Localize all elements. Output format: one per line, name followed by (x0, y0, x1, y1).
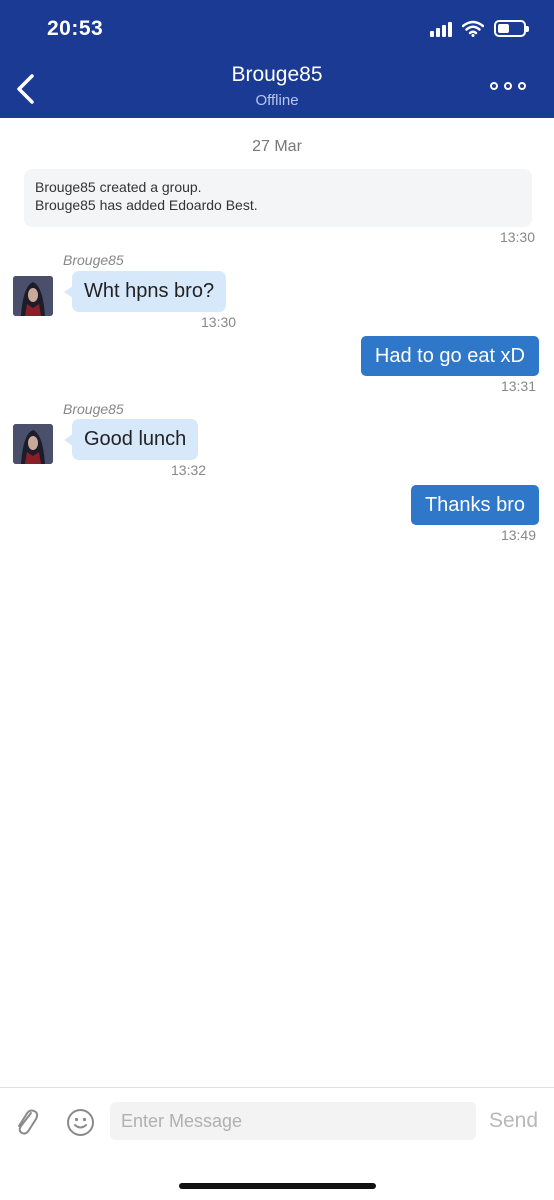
paperclip-icon (18, 1109, 39, 1135)
message-bubble-incoming[interactable]: Good lunch (63, 419, 199, 460)
system-notice-line: Brouge85 created a group. (35, 179, 202, 195)
system-notice-line: Brouge85 has added Edoardo Best. (35, 197, 258, 213)
wifi-icon (462, 20, 484, 37)
system-notice: Brouge85 created a group. Brouge85 has a… (24, 169, 532, 227)
send-button[interactable]: Send (489, 1109, 538, 1133)
chat-header: 20:53 Brouge85 Offline (0, 0, 554, 118)
avatar[interactable] (13, 276, 53, 316)
more-options-button[interactable] (490, 82, 526, 90)
status-time: 20:53 (47, 17, 104, 40)
message-time: 13:31 (500, 378, 536, 394)
message-bubble-outgoing[interactable]: Had to go eat xD (360, 336, 539, 376)
chat-title[interactable]: Brouge85 (0, 63, 554, 87)
date-separator: 27 Mar (252, 138, 302, 155)
sender-name: Brouge85 (63, 252, 124, 268)
avatar[interactable] (13, 424, 53, 464)
message-bubble-outgoing[interactable]: Thanks bro (410, 485, 539, 525)
message-bubble-incoming[interactable]: Wht hpns bro? (63, 271, 227, 312)
presence-status: Offline (255, 92, 299, 109)
emoji-button[interactable] (66, 1108, 95, 1137)
message-time: 13:30 (201, 314, 237, 330)
status-icons (430, 20, 529, 37)
message-time: 13:30 (499, 229, 535, 245)
cellular-signal-icon (430, 21, 452, 37)
smiley-icon (67, 1109, 94, 1136)
battery-icon (494, 20, 529, 37)
attach-button[interactable] (14, 1106, 40, 1138)
message-time: 13:49 (500, 527, 536, 543)
home-indicator (179, 1183, 376, 1189)
composer-bar: Send (0, 1087, 554, 1200)
message-input[interactable] (110, 1102, 476, 1140)
more-dots-icon (490, 82, 498, 90)
sender-name: Brouge85 (63, 401, 124, 417)
message-time: 13:32 (171, 462, 207, 478)
battery-level (498, 24, 509, 33)
